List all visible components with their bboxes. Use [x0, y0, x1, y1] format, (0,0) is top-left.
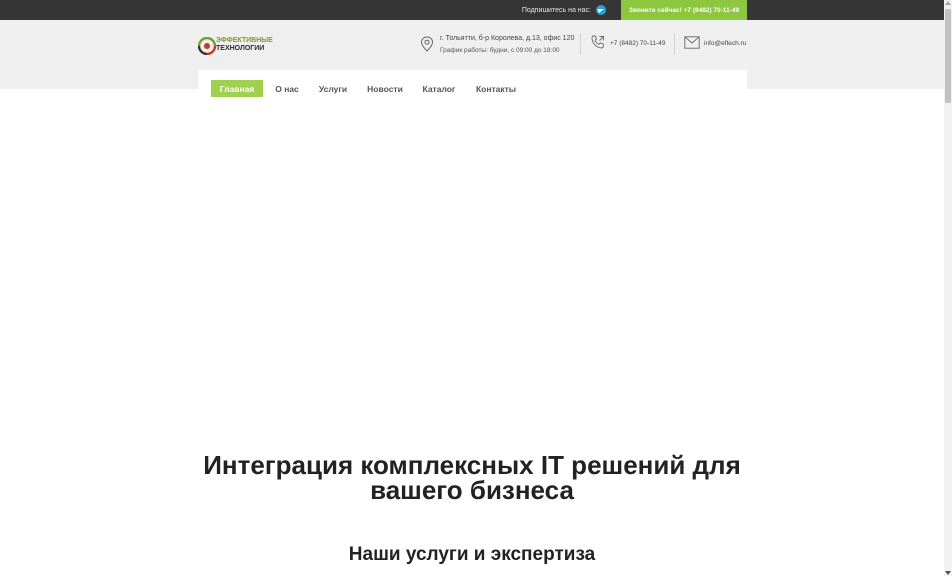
call-now-button[interactable]: Звоните сейчас! +7 (8482) 70-11-49 [621, 0, 747, 20]
header-divider [674, 33, 675, 55]
scroll-down-arrow-icon[interactable] [945, 571, 951, 575]
telegram-icon[interactable] [596, 5, 606, 15]
page: Подпишитесь на нас: Звоните сейчас! +7 (… [0, 0, 952, 576]
nav-item-catalog[interactable]: Каталог [417, 80, 461, 97]
phone-link[interactable]: +7 (8482) 70-11-49 [610, 40, 665, 47]
logo-line-1: ЭФФЕКТИВНЫЕ [216, 37, 273, 44]
main-nav: Главная О нас Услуги Новости Каталог Кон… [198, 70, 747, 106]
nav-item-contacts[interactable]: Контакты [470, 80, 522, 97]
location-pin-icon [420, 36, 434, 52]
working-hours-text: График работы: будни, с 09:00 до 18:00 [440, 47, 560, 54]
email-link[interactable]: info@eftech.ru [704, 40, 746, 47]
header-divider [580, 33, 581, 55]
nav-item-home[interactable]: Главная [211, 80, 263, 97]
scroll-thumb[interactable] [945, 9, 951, 103]
nav-item-services[interactable]: Услуги [312, 80, 354, 97]
logo-line-2: ТЕХНОЛОГИИ [216, 45, 265, 52]
subscribe-label: Подпишитесь на нас: [521, 6, 591, 14]
nav-item-news[interactable]: Новости [362, 80, 408, 97]
top-bar: Подпишитесь на нас: Звоните сейчас! +7 (… [0, 0, 944, 20]
scroll-up-arrow-icon[interactable] [945, 1, 951, 5]
hero-title: Интеграция комплексных IT решений для ва… [203, 450, 741, 505]
logo-text: ЭФФЕКТИВНЫЕ ТЕХНОЛОГИИ [216, 37, 273, 53]
phone-icon [591, 35, 604, 49]
logo-mark-icon [198, 37, 216, 55]
services-section-title: Наши услуги и экспертиза [348, 544, 596, 565]
logo[interactable]: ЭФФЕКТИВНЫЕ ТЕХНОЛОГИИ [198, 35, 273, 57]
subscribe-block: Подпишитесь на нас: [522, 0, 606, 20]
mail-icon [684, 36, 700, 49]
address-text: г. Тольятти, б-р Королева, д.13, офис 12… [440, 35, 575, 42]
vertical-scrollbar[interactable] [944, 0, 952, 576]
nav-item-about[interactable]: О нас [269, 80, 305, 97]
